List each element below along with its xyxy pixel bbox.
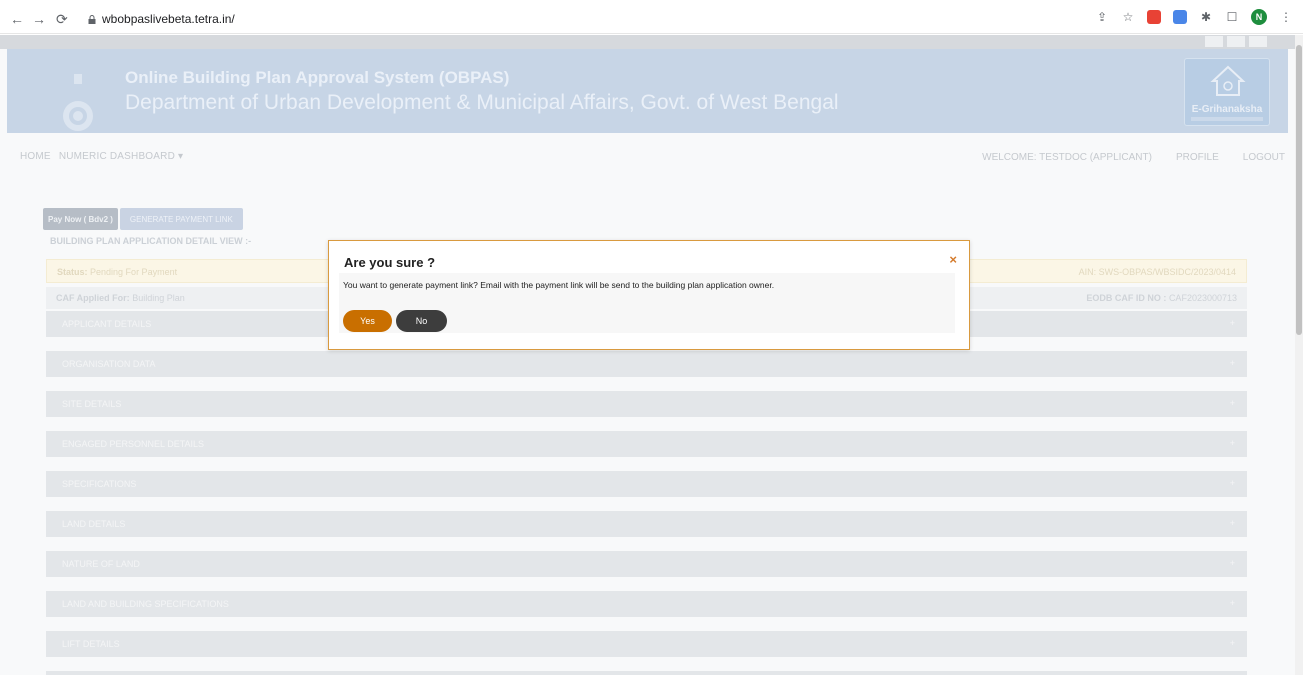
utility-button[interactable] (1249, 36, 1267, 47)
record-extension-icon[interactable] (1147, 10, 1161, 24)
dialog-message: You want to generate payment link? Email… (343, 280, 775, 290)
ain-value: SWS-OBPAS/WBSIDC/2023/0414 (1098, 267, 1236, 277)
main-nav: HOME NUMERIC DASHBOARD ▾ WELCOME: TESTDO… (0, 133, 1295, 183)
status-value: Pending For Payment (90, 267, 178, 277)
accordion-nature-of-land[interactable]: NATURE OF LAND + (46, 551, 1247, 577)
browser-toolbar: ← → ⟳ wbobpaslivebeta.tetra.in/ ⇪ ☆ ✱ ☐ … (0, 0, 1303, 34)
chevron-down-icon: + (1229, 318, 1235, 328)
share-icon[interactable]: ⇪ (1095, 10, 1109, 24)
west-bengal-emblem-icon (55, 74, 101, 134)
dialog-body: You want to generate payment link? Email… (339, 273, 955, 333)
profile-avatar[interactable]: N (1251, 9, 1267, 25)
confirm-dialog: Are you sure ? × You want to generate pa… (328, 240, 970, 350)
accordion-label: NATURE OF LAND (62, 559, 140, 569)
chevron-down-icon: + (1229, 558, 1235, 568)
chevron-down-icon: + (1229, 598, 1235, 608)
nav-logout[interactable]: LOGOUT (1243, 152, 1285, 163)
status-label: Status: (57, 267, 88, 277)
accordion-land-and-building-specifications[interactable]: LAND AND BUILDING SPECIFICATIONS + (46, 591, 1247, 617)
forward-icon[interactable]: → (32, 12, 46, 26)
chevron-down-icon: + (1229, 358, 1235, 368)
sidepanel-icon[interactable]: ☐ (1225, 10, 1239, 24)
caf-label: CAF Applied For: (56, 293, 130, 303)
url-text: wbobpaslivebeta.tetra.in/ (102, 12, 235, 26)
accordion-land-details[interactable]: LAND DETAILS + (46, 511, 1247, 537)
accordion-label: APPLICANT DETAILS (62, 319, 152, 329)
extension-icon[interactable] (1173, 10, 1187, 24)
chevron-down-icon: + (1229, 478, 1235, 488)
accordion-label: LAND AND BUILDING SPECIFICATIONS (62, 599, 229, 609)
logo-bar (1191, 117, 1263, 121)
eodb-value: CAF2023000713 (1168, 293, 1237, 303)
accordion-label: ENGAGED PERSONNEL DETAILS (62, 439, 205, 449)
utility-button[interactable] (1227, 36, 1245, 47)
accordion-specifications[interactable]: SPECIFICATIONS + (46, 471, 1247, 497)
nav-numeric-dashboard[interactable]: NUMERIC DASHBOARD ▾ (59, 151, 183, 162)
dialog-title: Are you sure ? (344, 255, 436, 270)
accordion-next[interactable] (46, 671, 1247, 675)
chevron-down-icon: + (1229, 638, 1235, 648)
house-logo-icon (1210, 65, 1246, 96)
back-icon[interactable]: ← (10, 12, 24, 26)
chevron-down-icon: + (1229, 518, 1235, 528)
generate-payment-link-button[interactable]: GENERATE PAYMENT LINK (119, 208, 243, 230)
detail-view-title: BUILDING PLAN APPLICATION DETAIL VIEW :- (50, 236, 252, 246)
accordion-label: LAND DETAILS (62, 519, 126, 529)
accordion-organisation-data[interactable]: ORGANISATION DATA + (46, 351, 1247, 377)
site-subtitle: Department of Urban Development & Munici… (125, 91, 839, 114)
accordion-label: SPECIFICATIONS (62, 479, 137, 489)
logo-text: E-Grihanaksha (1191, 104, 1263, 115)
site-header: Online Building Plan Approval System (OB… (7, 49, 1288, 133)
nav-profile[interactable]: PROFILE (1176, 152, 1219, 163)
site-title: Online Building Plan Approval System (OB… (125, 68, 510, 87)
utility-button[interactable] (1205, 36, 1223, 47)
page-content: Online Building Plan Approval System (OB… (0, 35, 1295, 675)
ain-label: AIN: (1078, 267, 1097, 277)
menu-kebab-icon[interactable]: ⋮ (1279, 10, 1293, 24)
page-scrollbar[interactable] (1295, 35, 1303, 675)
nav-welcome: WELCOME: TESTDOC (APPLICANT) (982, 152, 1152, 163)
reload-icon[interactable]: ⟳ (56, 12, 68, 26)
caf-value: Building Plan (132, 293, 185, 303)
lock-icon (88, 14, 96, 24)
chevron-down-icon: + (1229, 438, 1235, 448)
top-utility-strip (0, 35, 1295, 49)
close-icon[interactable]: × (949, 252, 957, 267)
no-button[interactable]: No (396, 310, 447, 332)
accordion-label: LIFT DETAILS (62, 639, 120, 649)
bookmark-star-icon[interactable]: ☆ (1121, 10, 1135, 24)
accordion-label: ORGANISATION DATA (62, 359, 156, 369)
address-bar[interactable]: wbobpaslivebeta.tetra.in/ (88, 12, 235, 26)
accordion-lift-details[interactable]: LIFT DETAILS + (46, 631, 1247, 657)
accordion-label: SITE DETAILS (62, 399, 122, 409)
accordion-site-details[interactable]: SITE DETAILS + (46, 391, 1247, 417)
egrihanaksha-logo: E-Grihanaksha (1184, 58, 1270, 126)
scrollbar-thumb[interactable] (1296, 45, 1302, 335)
nav-home[interactable]: HOME (20, 151, 51, 162)
pay-now-button[interactable]: Pay Now ( Bdv2 ) (43, 208, 118, 230)
chevron-down-icon: + (1229, 398, 1235, 408)
yes-button[interactable]: Yes (343, 310, 392, 332)
puzzle-icon[interactable]: ✱ (1199, 10, 1213, 24)
eodb-label: EODB CAF ID NO : (1086, 293, 1167, 303)
accordion-engaged-personnel-details[interactable]: ENGAGED PERSONNEL DETAILS + (46, 431, 1247, 457)
